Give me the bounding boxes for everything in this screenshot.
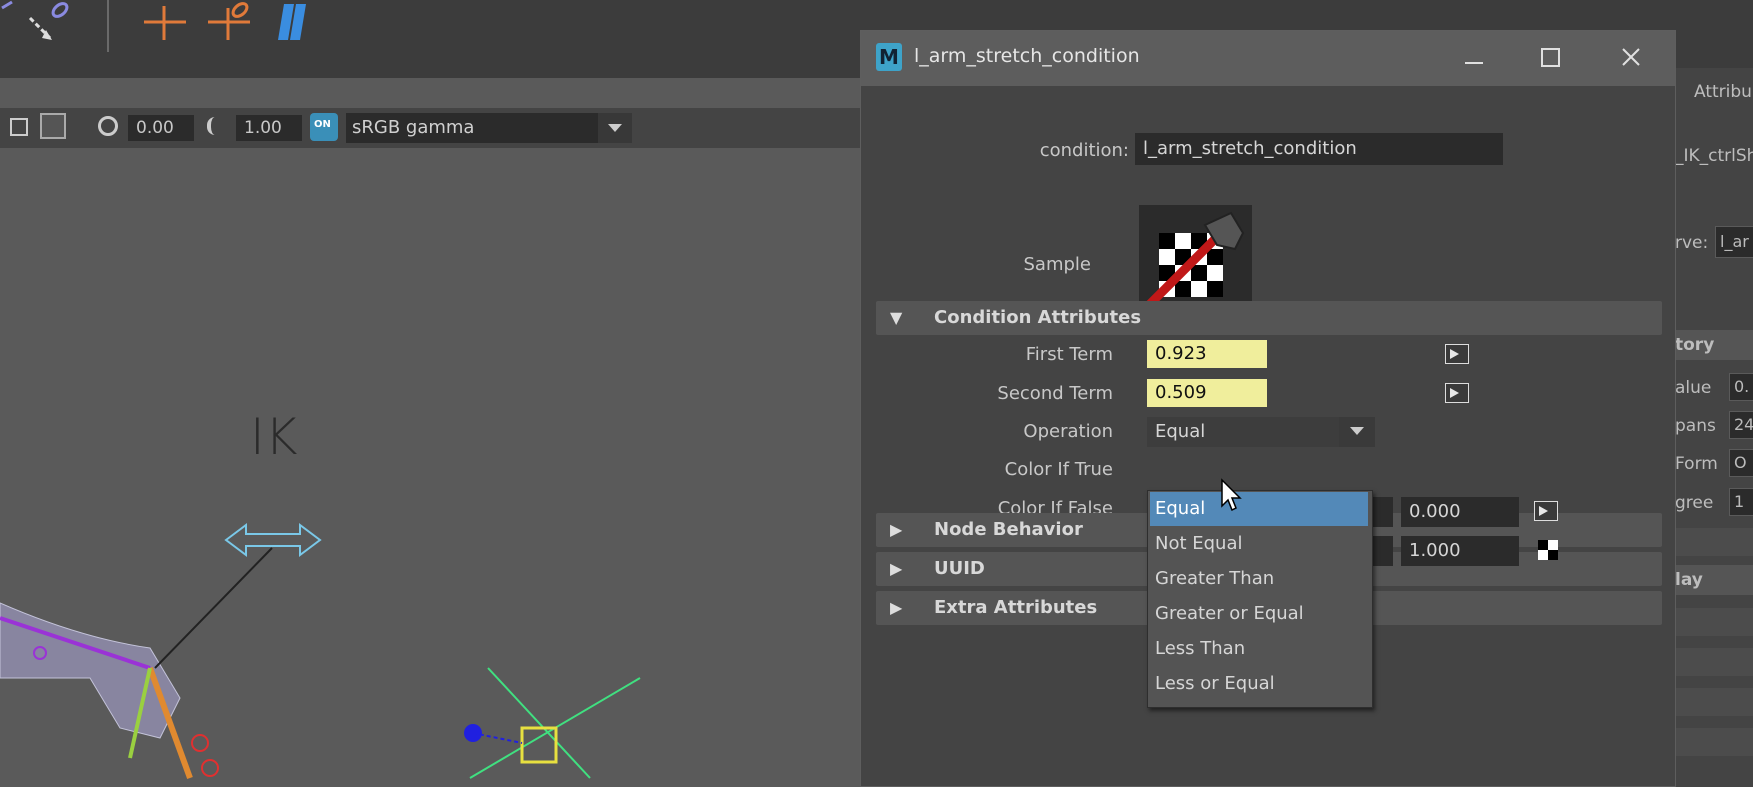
menu-item-less-or-equal[interactable]: Less or Equal	[1150, 667, 1368, 701]
minimize-button[interactable]	[1455, 41, 1491, 75]
panel-row	[1675, 648, 1753, 676]
close-button[interactable]	[1613, 41, 1649, 75]
curve-field[interactable]: l_ar	[1715, 226, 1753, 258]
ik-spline-icon[interactable]	[206, 0, 256, 42]
value-label: alue	[1675, 378, 1712, 398]
toolbar-separator	[107, 0, 109, 52]
connect-map-icon[interactable]	[1445, 344, 1469, 364]
connect-map-icon[interactable]	[1534, 501, 1558, 521]
toggle-label: ON	[314, 119, 331, 130]
gamma-icon[interactable]	[207, 117, 223, 135]
color-if-false-b-field[interactable]: 1.000	[1401, 536, 1519, 566]
degree-label: gree	[1675, 493, 1714, 513]
curve-label: rve:	[1675, 233, 1709, 253]
attribute-editor-panel: Attribu _IK_ctrlSh rve: l_ar tory alue 0…	[1675, 68, 1753, 787]
chevron-down-icon	[608, 124, 622, 132]
section-title: Condition Attributes	[934, 307, 1142, 328]
menu-item-greater-or-equal[interactable]: Greater or Equal	[1150, 597, 1368, 631]
operation-select[interactable]: Equal	[1147, 417, 1339, 447]
panel-row	[1675, 688, 1753, 716]
chevron-down-icon	[1350, 427, 1364, 435]
menu-item-less-than[interactable]: Less Than	[1150, 632, 1368, 666]
form-label: Form	[1675, 454, 1718, 474]
panel-row	[1675, 528, 1753, 556]
expand-arrow-icon: ▶	[890, 598, 903, 617]
section-title: UUID	[934, 558, 985, 579]
dialog-titlebar[interactable]: M l_arm_stretch_condition	[861, 31, 1675, 86]
panel-row	[1675, 608, 1753, 636]
dialog-title: l_arm_stretch_condition	[914, 45, 1140, 67]
degree-field[interactable]: 1	[1729, 488, 1753, 516]
checker-map-icon[interactable]	[1538, 540, 1558, 560]
minimize-icon	[1465, 62, 1483, 64]
color-space-select[interactable]: sRGB gamma	[346, 113, 632, 143]
second-term-label: Second Term	[997, 383, 1113, 404]
form-field[interactable]: O	[1729, 449, 1753, 477]
section-condition-attributes[interactable]: ▼ Condition Attributes	[876, 301, 1662, 335]
condition-name-field[interactable]: l_arm_stretch_condition	[1135, 133, 1503, 165]
exposure-field[interactable]: 0.00	[128, 115, 194, 141]
first-term-label: First Term	[1025, 344, 1113, 365]
mouse-cursor-icon	[1221, 478, 1242, 512]
joint-connect-icon[interactable]	[0, 0, 80, 50]
color-if-true-g-field[interactable]	[1371, 497, 1393, 527]
color-if-true-label: Color If True	[1004, 459, 1113, 480]
section-title: Extra Attributes	[934, 597, 1098, 618]
expand-arrow-icon: ▶	[890, 559, 903, 578]
menu-item-greater-than[interactable]: Greater Than	[1150, 562, 1368, 596]
menu-item-not-equal[interactable]: Not Equal	[1150, 527, 1368, 561]
spans-label: pans	[1675, 416, 1716, 436]
history-section[interactable]: tory	[1675, 330, 1753, 360]
scene-rig	[0, 523, 641, 780]
color-if-true-b-field[interactable]: 0.000	[1401, 497, 1519, 527]
close-icon	[1622, 48, 1640, 66]
viewport[interactable]: IK	[0, 78, 860, 787]
display-label: lay	[1675, 570, 1703, 590]
first-term-field[interactable]: 0.923	[1147, 340, 1267, 368]
spans-field[interactable]: 24	[1729, 411, 1753, 439]
second-term-field[interactable]: 0.509	[1147, 379, 1267, 407]
color-if-false-g-field[interactable]	[1371, 536, 1393, 566]
exposure-icon[interactable]	[98, 116, 118, 136]
camera-icon[interactable]	[10, 118, 28, 136]
ik-handle-icon[interactable]	[142, 2, 192, 42]
color-management-toggle[interactable]: ON	[310, 113, 338, 141]
history-label: tory	[1675, 335, 1715, 355]
gamma-field[interactable]: 1.00	[236, 115, 302, 141]
display-section[interactable]: lay	[1675, 565, 1753, 595]
node-name-field[interactable]: _IK_ctrlSh	[1675, 146, 1753, 166]
collapse-arrow-icon: ▼	[890, 308, 903, 327]
maximize-icon	[1541, 48, 1560, 67]
menu-item-equal[interactable]: Equal	[1150, 492, 1368, 526]
maya-icon: M	[876, 43, 902, 71]
panel-row	[1675, 728, 1753, 756]
section-title: Node Behavior	[934, 519, 1083, 540]
select-mode-icon[interactable]	[40, 113, 66, 139]
operation-dropdown-button[interactable]	[1339, 417, 1375, 447]
operation-label: Operation	[1023, 421, 1113, 442]
maximize-button[interactable]	[1532, 41, 1568, 75]
value-field[interactable]: 0.	[1729, 373, 1753, 401]
connect-map-icon[interactable]	[1445, 383, 1469, 403]
attribute-editor-tab[interactable]: Attribu	[1694, 82, 1752, 102]
color-space-dropdown[interactable]	[598, 113, 632, 143]
sample-label: Sample	[1023, 254, 1092, 275]
smooth-icon[interactable]	[270, 0, 310, 42]
condition-label: condition:	[1039, 140, 1129, 161]
ik-label: IK	[250, 408, 298, 466]
expand-arrow-icon: ▶	[890, 520, 903, 539]
operation-dropdown-menu: Equal Not Equal Greater Than Greater or …	[1147, 490, 1373, 708]
